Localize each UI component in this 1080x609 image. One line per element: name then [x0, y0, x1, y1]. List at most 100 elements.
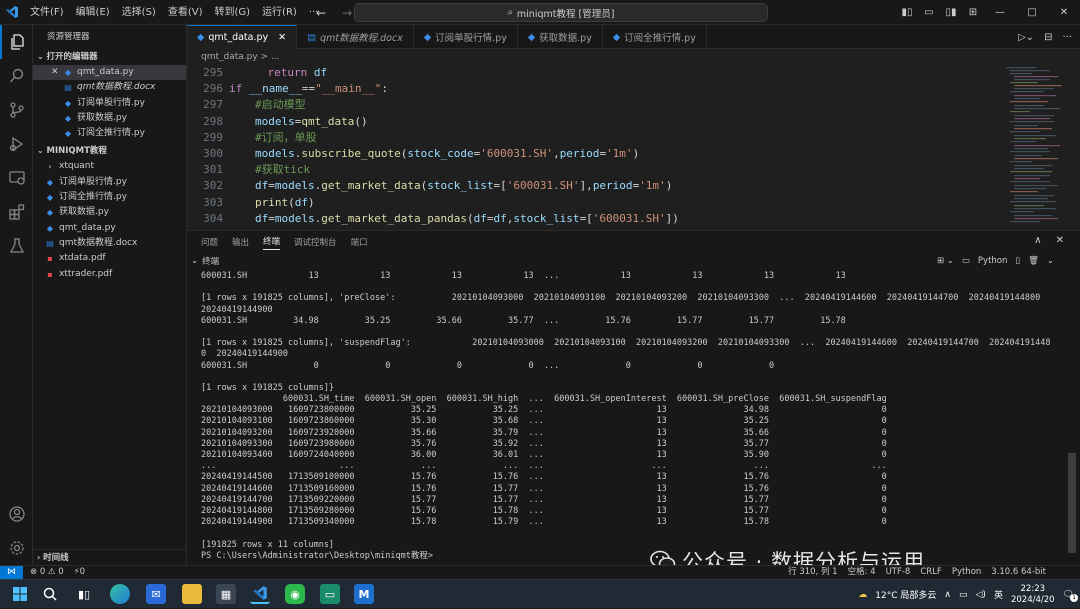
remote-indicator-icon[interactable]: ⋈	[0, 566, 23, 580]
mail-icon[interactable]: ✉	[146, 584, 166, 604]
file-item[interactable]: ▪ xtdata.pdf	[33, 251, 186, 266]
tab-qmt-data[interactable]: ◆ qmt_data.py ✕	[187, 25, 298, 49]
close-button[interactable]: ✕	[1048, 7, 1080, 18]
more-actions-icon[interactable]: ···	[1062, 32, 1072, 43]
network-icon[interactable]: ▭	[959, 590, 968, 600]
file-item[interactable]: ◆ qmt_data.py	[33, 221, 186, 236]
weather-icon[interactable]: ☁	[858, 590, 867, 600]
chevron-down-icon[interactable]: ⌄	[191, 256, 198, 266]
remote-explorer-icon[interactable]	[0, 161, 33, 195]
store-icon[interactable]: ▦	[216, 584, 236, 604]
tab-ports[interactable]: 端口	[351, 236, 368, 248]
breadcrumb[interactable]: qmt_data.py > ...	[187, 49, 1080, 65]
tab-subscribe-all[interactable]: ◆ 订阅全推行情.py	[603, 25, 707, 49]
extensions-icon[interactable]	[0, 195, 33, 229]
terminal-output[interactable]: 600031.SH 13 13 13 13 ... 13 13 13 13 [1…	[201, 271, 1051, 562]
accounts-icon[interactable]	[0, 497, 33, 531]
run-debug-icon[interactable]	[0, 127, 33, 161]
terminal-profile[interactable]: Python	[978, 256, 1007, 266]
minimap[interactable]	[1004, 65, 1066, 225]
search-icon[interactable]	[0, 59, 33, 93]
toggle-panel-icon[interactable]: ▭	[918, 7, 940, 18]
close-panel-icon[interactable]: ✕	[1056, 235, 1064, 246]
trash-icon[interactable]: 🗑	[1028, 256, 1039, 266]
settings-gear-icon[interactable]	[0, 531, 33, 565]
terminal-line: 20240419144900	[201, 304, 273, 315]
workspace-folder-header[interactable]: ⌄ MINIQMT教程	[33, 143, 186, 159]
input-method[interactable]: 英	[994, 588, 1003, 601]
open-editors-header[interactable]: ⌄ 打开的编辑器	[33, 49, 186, 65]
menu-run[interactable]: 运行(R)	[256, 0, 303, 25]
vscode-taskbar-icon[interactable]	[250, 584, 270, 604]
tab-docx[interactable]: ▤ qmt数据教程.docx	[297, 25, 414, 49]
edge-browser-icon[interactable]	[110, 584, 130, 604]
code-line: 302 df=models.get_market_data(stock_list=…	[203, 179, 673, 193]
search-icon[interactable]	[40, 584, 60, 604]
toggle-secondary-sidebar-icon[interactable]: ▯▮	[940, 7, 962, 18]
indentation[interactable]: 空格: 4	[848, 566, 876, 579]
source-control-icon[interactable]	[0, 93, 33, 127]
minimize-button[interactable]: —	[984, 7, 1016, 18]
weather-text[interactable]: 12°C 局部多云	[875, 588, 936, 601]
wechat-taskbar-icon[interactable]: ◉	[285, 584, 305, 604]
file-item[interactable]: ◆ 获取数据.py	[33, 205, 186, 220]
file-item[interactable]: ◆ 订阅全推行情.py	[33, 190, 186, 205]
notification-icon[interactable]: 🗨 1	[1063, 590, 1078, 602]
language-mode[interactable]: Python	[952, 566, 981, 579]
tab-terminal[interactable]: 终端	[263, 235, 281, 250]
tab-get-data[interactable]: ◆ 获取数据.py	[518, 25, 603, 49]
code-view[interactable]: 295 return df 296 if __name__=="__main__"…	[187, 65, 1080, 227]
split-terminal-icon[interactable]: ▯	[1015, 256, 1020, 266]
tab-problems[interactable]: 问题	[201, 236, 218, 248]
close-icon[interactable]: ✕	[51, 65, 63, 80]
file-item[interactable]: ▤ qmt数据教程.docx	[33, 236, 186, 251]
menu-file[interactable]: 文件(F)	[24, 0, 70, 25]
file-explorer-icon[interactable]	[182, 584, 202, 604]
cursor-position[interactable]: 行 310, 列 1	[788, 566, 837, 579]
maximize-button[interactable]: □	[1016, 7, 1048, 18]
back-arrow-icon[interactable]: ←	[316, 6, 326, 20]
clock[interactable]: 22:23 2024/4/20	[1011, 584, 1055, 606]
open-editor-item[interactable]: ◆ 订阅单股行情.py	[33, 96, 186, 111]
command-center[interactable]: ⌕ miniqmt教程 [管理员]	[354, 3, 768, 22]
open-editor-item[interactable]: ◆ 获取数据.py	[33, 111, 186, 126]
new-terminal-icon[interactable]: ⊞ ⌄	[937, 256, 954, 266]
open-editor-item[interactable]: ◆ 订阅全推行情.py	[33, 126, 186, 141]
menu-selection[interactable]: 选择(S)	[116, 0, 162, 25]
toggle-sidebar-icon[interactable]: ▮▯	[896, 7, 918, 18]
end-of-line[interactable]: CRLF	[920, 566, 941, 579]
tab-subscribe-single[interactable]: ◆ 订阅单股行情.py	[414, 25, 518, 49]
menu-view[interactable]: 查看(V)	[162, 0, 209, 25]
open-editor-item[interactable]: ✕ ◆ qmt_data.py	[33, 65, 186, 81]
forward-arrow-icon[interactable]: →	[342, 6, 352, 20]
ports-status[interactable]: ⚡0	[74, 566, 85, 579]
problems-status[interactable]: ⊗ 0 ⚠ 0	[30, 566, 64, 579]
tab-output[interactable]: 输出	[232, 236, 249, 248]
timeline-header[interactable]: › 时间线	[33, 549, 187, 565]
layout-icon[interactable]: ⊞	[962, 7, 984, 18]
close-icon[interactable]: ✕	[278, 32, 286, 43]
explorer-icon[interactable]	[0, 25, 33, 59]
task-view-icon[interactable]: ▮▯	[74, 584, 94, 604]
windows-start-icon[interactable]	[10, 584, 30, 604]
open-editor-item[interactable]: ▤ qmt数据教程.docx	[33, 80, 186, 95]
volume-icon[interactable]: ◁)	[976, 590, 986, 600]
file-item[interactable]: ◆ 订阅单股行情.py	[33, 175, 186, 190]
tab-debug-console[interactable]: 调试控制台	[294, 236, 337, 248]
more-actions-icon[interactable]: ⌄	[1047, 256, 1054, 266]
maximize-panel-icon[interactable]: ∧	[1034, 235, 1041, 246]
terminal-scrollbar[interactable]	[1068, 453, 1076, 553]
testing-icon[interactable]	[0, 229, 33, 263]
app-m-icon[interactable]: M	[354, 584, 374, 604]
run-icon[interactable]: ▷⌄	[1018, 32, 1034, 43]
folder-item[interactable]: › xtquant	[33, 159, 186, 174]
menu-go[interactable]: 转到(G)	[209, 0, 257, 25]
split-editor-icon[interactable]: ⊟	[1044, 32, 1052, 43]
tray-overflow-icon[interactable]: ∧	[944, 590, 951, 600]
file-item[interactable]: ▪ xttrader.pdf	[33, 267, 186, 282]
encoding[interactable]: UTF-8	[886, 566, 911, 579]
menu-edit[interactable]: 编辑(E)	[70, 0, 116, 25]
python-interpreter[interactable]: 3.10.6 64-bit	[991, 566, 1046, 579]
terminal-app-icon[interactable]: ▭	[320, 584, 340, 604]
